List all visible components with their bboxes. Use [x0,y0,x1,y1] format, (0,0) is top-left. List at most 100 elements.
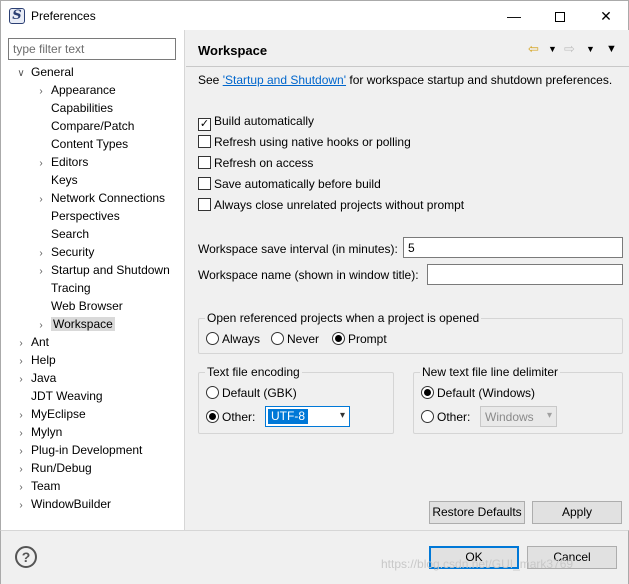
forward-arrow-icon[interactable]: ⇨ [564,40,575,58]
tree-item[interactable]: Keys [35,171,78,189]
radio-label: Default (Windows) [437,386,536,400]
encoding-other-radio[interactable]: Other: [206,409,255,427]
title-bar: S Preferences — ✕ [0,0,629,30]
preferences-tree-pane: ∨General›AppearanceCapabilitiesCompare/P… [0,30,185,530]
save-interval-input[interactable] [403,237,623,258]
close-button[interactable]: ✕ [583,1,629,31]
tree-item-label: Appearance [51,83,116,97]
tree-item[interactable]: › Network Connections [35,189,165,207]
encoding-default-radio[interactable]: Default (GBK) [206,385,297,403]
tree-item[interactable]: JDT Weaving [15,387,103,405]
radio-circle[interactable] [271,332,284,345]
tree-item[interactable]: › Help [15,351,56,369]
maximize-icon [555,12,565,23]
checkbox-box[interactable]: ✓ [198,118,211,131]
prompt-radio[interactable]: Prompt [332,331,387,349]
radio-label: Other: [437,410,471,424]
tree-item[interactable]: › Editors [35,153,88,171]
tree-item-label: Tracing [51,281,91,295]
never-radio[interactable]: Never [271,331,319,349]
tree-item[interactable]: › Security [35,243,94,261]
tree-item-label: Web Browser [51,299,123,313]
filter-input[interactable] [8,38,176,60]
restore-defaults-button[interactable]: Restore Defaults [429,501,525,524]
tree-item[interactable]: Search [35,225,89,243]
chevron-right-icon[interactable]: › [15,497,27,515]
refresh-on-access-checkbox[interactable]: Refresh on access [198,155,313,173]
tree-item-label: Content Types [51,137,129,151]
tree-item[interactable]: Web Browser [35,297,123,315]
build-automatically-checkbox[interactable]: ✓ Build automatically [198,113,314,131]
checkbox-label: Refresh on access [214,156,314,170]
startup-shutdown-link[interactable]: 'Startup and Shutdown' [223,73,346,87]
tree-item-label: Security [51,245,95,259]
close-unrelated-projects-checkbox[interactable]: Always close unrelated projects without … [198,197,464,215]
checkbox-box[interactable] [198,135,211,148]
tree-item-label: Plug-in Development [31,443,143,457]
tree-item[interactable]: › Appearance [35,81,116,99]
checkbox-label: Save automatically before build [214,177,381,191]
tree-item[interactable]: › WindowBuilder [15,495,111,513]
radio-label: Always [222,332,261,346]
tree-item[interactable]: › MyEclipse [15,405,85,423]
tree-item[interactable]: Content Types [35,135,128,153]
minimize-button[interactable]: — [491,1,537,31]
always-radio[interactable]: Always [206,331,260,349]
tree-item-label: WindowBuilder [31,497,112,511]
combo-value: Windows [485,410,534,424]
group-title: New text file line delimiter [420,365,561,379]
chevron-down-icon[interactable]: ▾ [340,410,345,421]
group-title: Text file encoding [205,365,302,379]
save-before-build-checkbox[interactable]: Save automatically before build [198,176,381,194]
checkbox-label: Build automatically [214,114,315,128]
text-file-encoding-group: Text file encoding Default (GBK) Other: … [198,365,394,434]
workspace-name-input[interactable] [427,264,623,285]
radio-circle[interactable] [421,410,434,423]
encoding-combo[interactable]: UTF-8 ▾ [265,406,350,427]
help-icon[interactable]: ? [15,546,37,568]
delimiter-other-radio[interactable]: Other: [421,409,470,427]
tree-item[interactable]: Compare/Patch [35,117,134,135]
radio-circle[interactable] [421,386,434,399]
tree-item[interactable]: Capabilities [35,99,113,117]
refresh-native-hooks-checkbox[interactable]: Refresh using native hooks or polling [198,134,411,152]
back-arrow-icon[interactable]: ⇦ [528,40,539,58]
tree-item[interactable]: › Run/Debug [15,459,91,477]
see-startup-text: See 'Startup and Shutdown' for workspace… [198,73,612,87]
tree-item-label: Java [31,371,57,385]
back-dropdown-icon[interactable]: ▼ [548,40,557,58]
view-menu-icon[interactable]: ▼ [606,40,617,58]
save-interval-label: Workspace save interval (in minutes): [198,242,398,256]
apply-button[interactable]: Apply [532,501,622,524]
tree-item-label: General [31,65,74,79]
tree-item-label: Help [31,353,56,367]
checkbox-box[interactable] [198,156,211,169]
tree-item[interactable]: ∨ General [15,63,74,83]
tree-item[interactable]: › Startup and Shutdown [35,261,170,279]
forward-dropdown-icon[interactable]: ▼ [586,40,595,58]
workspace-name-label: Workspace name (shown in window title): [198,268,419,282]
checkbox-box[interactable] [198,198,211,211]
tree-item[interactable]: › Workspace [35,315,115,333]
delimiter-default-radio[interactable]: Default (Windows) [421,385,535,403]
tree-item[interactable]: › Java [15,369,56,387]
chevron-down-icon[interactable]: ∨ [15,65,27,83]
radio-circle[interactable] [206,410,219,423]
group-title: Open referenced projects when a project … [205,311,482,325]
tree-item[interactable]: › Plug-in Development [15,441,142,459]
tree-item-label: Startup and Shutdown [51,263,170,277]
radio-circle[interactable] [206,332,219,345]
checkbox-box[interactable] [198,177,211,190]
radio-circle[interactable] [206,386,219,399]
radio-circle[interactable] [332,332,345,345]
maximize-button[interactable] [537,1,583,31]
tree-item[interactable]: Tracing [35,279,91,297]
tree-item[interactable]: Perspectives [35,207,120,225]
checkbox-label: Always close unrelated projects without … [214,198,465,212]
tree-item-label: Keys [51,173,78,187]
tree-item[interactable]: › Mylyn [15,423,62,441]
tree-item[interactable]: › Ant [15,333,49,351]
window-title: Preferences [31,9,96,23]
tree-item[interactable]: › Team [15,477,60,495]
watermark: https://blog.csdn.net/GUI_mark3769 [381,557,574,571]
